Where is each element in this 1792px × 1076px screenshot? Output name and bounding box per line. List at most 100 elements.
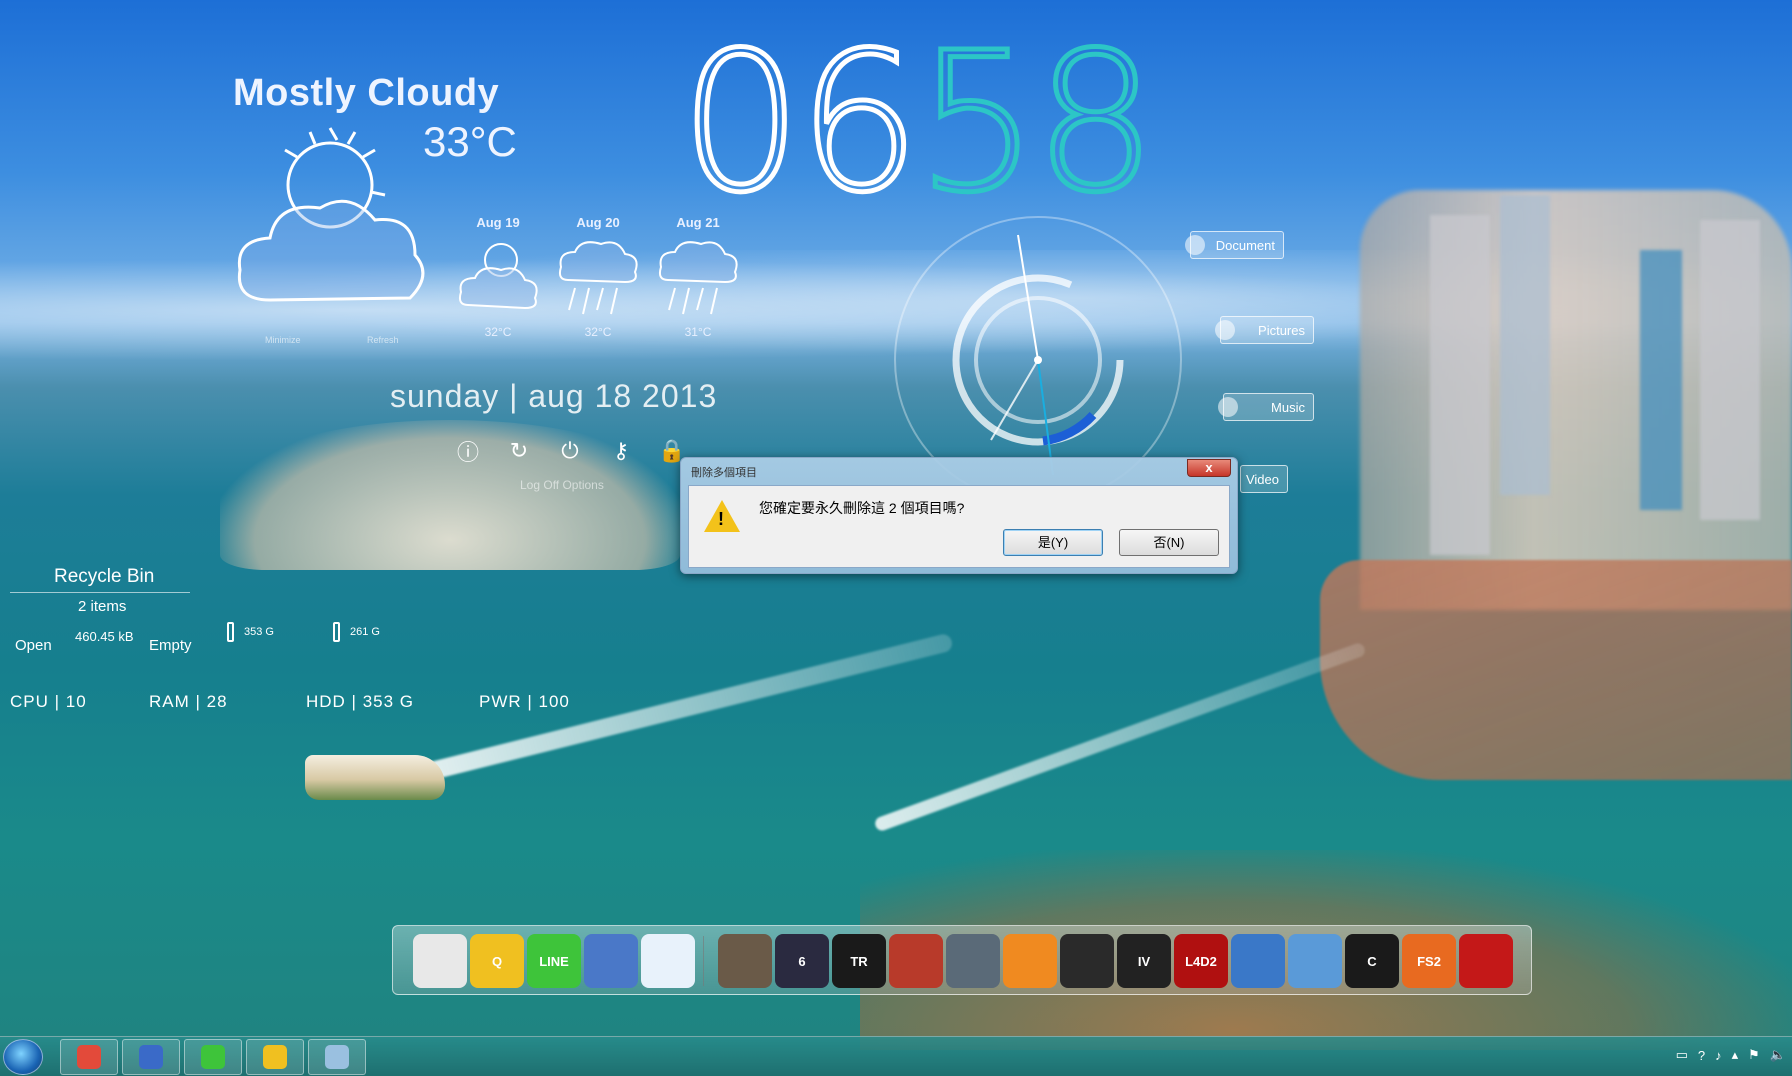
drive-c: 353 G [227,622,274,642]
help-icon[interactable]: ? [1698,1048,1705,1063]
dock-app-label: Q [491,953,503,969]
recycle-bin-size: 460.45 kB [75,629,134,644]
taskbar-app-app-blue[interactable] [122,1039,180,1075]
dock-app-label: FS2 [1417,953,1441,969]
recycle-bin-open[interactable]: Open [15,637,52,654]
pwr-stat: PWR | 100 [479,692,570,711]
delete-confirm-dialog: 刪除多個項目 x ! 您確定要永久刪除這 2 個項目嗎? 是(Y) 否(N) [680,457,1238,574]
info-power-icon[interactable]: ⓘ [455,438,481,465]
shortcut-music[interactable]: Music [1218,393,1314,421]
hdd-stat: HDD | 353 G [306,692,415,711]
dock-app-chrome[interactable] [413,934,467,988]
dock-app-label: 6 [798,953,806,969]
music-icon [1218,397,1238,417]
ram-stat: RAM | 28 [149,692,228,711]
shortcut-pictures[interactable]: Pictures [1215,316,1314,344]
dock-app-l4d2[interactable]: L4D2 [1174,934,1228,988]
taskbar: ▭ ? ♪ ▴ ⚑ 🔈 [0,1036,1792,1076]
shutdown-icon[interactable]: ⏻ [557,438,583,464]
dock-app-gta-iv[interactable]: IV [1117,934,1171,988]
recycle-bin-count: 2 items [78,598,127,615]
system-tray: ▭ ? ♪ ▴ ⚑ 🔈 [1676,1047,1786,1063]
dialog-title: 刪除多個項目 [691,467,757,479]
taskbar-app-chrome[interactable] [60,1039,118,1075]
dock-app-fs2[interactable]: FS2 [1402,934,1456,988]
ferry-boat [305,755,445,800]
dock-app-label: IV [1137,953,1151,969]
dock-app-app-blue[interactable] [584,934,638,988]
refresh-link[interactable]: Refresh [367,335,399,345]
dock-app-orange-ring[interactable] [1003,934,1057,988]
digital-clock: 0658 [677,25,1159,222]
dock-app-resident-evil[interactable]: 6 [775,934,829,988]
forecast-day: Aug 19 32°C [448,215,548,339]
dock-app-nba[interactable] [1231,934,1285,988]
forecast-temp: 31°C [684,325,712,339]
key-icon[interactable]: ⚷ [608,438,634,464]
dialog-message: 您確定要永久刪除這 2 個項目嗎? [759,500,965,516]
forecast-date: Aug 19 [476,215,520,230]
document-icon [1185,235,1205,255]
start-button[interactable] [3,1039,43,1075]
dock-app-label: L4D2 [1185,953,1217,969]
rain-cloud-icon [558,241,638,315]
recycle-bin-title: Recycle Bin [54,566,155,587]
dock-app-red-figure[interactable] [1459,934,1513,988]
shortcut-label: Music [1271,399,1305,415]
chrome-icon [77,1045,101,1069]
dock-app-assassins-creed[interactable] [718,934,772,988]
restart-icon[interactable]: ↻ [506,438,532,464]
chevron-up-icon[interactable]: ▴ [1732,1047,1739,1063]
cloudy-sun-icon [237,127,425,302]
dock-app-label: TR [850,953,868,969]
app-dock: Q LINE 6 TR IV L4D2 C FS2 [392,925,1532,995]
app-blue-icon [139,1045,163,1069]
drive-size: 261 G [350,625,380,638]
dock-app-racing[interactable] [889,934,943,988]
forecast-date: Aug 20 [576,215,620,230]
shortcut-label: Pictures [1258,322,1305,338]
network-icon[interactable]: ▭ [1676,1047,1688,1063]
clock-minutes: 58 [914,12,1159,235]
no-button[interactable]: 否(N) [1119,529,1219,556]
yes-button[interactable]: 是(Y) [1003,529,1103,556]
dock-app-blue-gear[interactable] [1288,934,1342,988]
volume-icon[interactable]: ♪ [1715,1048,1722,1063]
taskbar-app-line[interactable] [184,1039,242,1075]
dialog-close-button[interactable]: x [1187,459,1231,477]
line-icon [201,1045,225,1069]
taskbar-app-drop[interactable] [308,1039,366,1075]
power-options: ⓘ ↻ ⏻ ⚷ 🔒 [455,438,686,465]
camera-icon [1215,320,1235,340]
q-app-icon [263,1045,287,1069]
dock-app-battlefield[interactable] [946,934,1000,988]
dock-app-dropbox[interactable] [641,934,695,988]
forecast-temp: 32°C [484,325,512,339]
shortcut-label: Document [1215,237,1275,253]
background-tower [1700,220,1760,520]
shortcut-video[interactable]: Video [1240,465,1288,493]
dock-app-cyberlink[interactable]: C [1345,934,1399,988]
drive-size: 353 G [244,625,274,638]
dock-app-tomb-raider[interactable]: TR [832,934,886,988]
rain-cloud-icon [658,241,738,315]
drive-icon [227,622,234,642]
dock-app-q-app[interactable]: Q [470,934,524,988]
taskbar-app-q-app[interactable] [246,1039,304,1075]
drop-icon [325,1045,349,1069]
dock-app-line[interactable]: LINE [527,934,581,988]
flag-icon[interactable]: ⚑ [1748,1047,1760,1063]
weather-condition: Mostly Cloudy [233,72,500,114]
cpu-stat: CPU | 10 [10,692,87,711]
background-tower [1430,215,1490,555]
drive-icon [333,622,340,642]
recycle-bin-empty[interactable]: Empty [149,637,192,654]
speaker-icon[interactable]: 🔈 [1770,1047,1786,1063]
minimize-link[interactable]: Minimize [265,335,301,345]
background-quay [1320,560,1792,780]
dock-app-skyrim[interactable] [1060,934,1114,988]
logoff-options-label: Log Off Options [520,478,604,492]
shortcut-document[interactable]: Document [1185,231,1284,259]
partly-cloudy-icon [458,243,538,310]
date-display: sunday | aug 18 2013 [390,378,718,414]
